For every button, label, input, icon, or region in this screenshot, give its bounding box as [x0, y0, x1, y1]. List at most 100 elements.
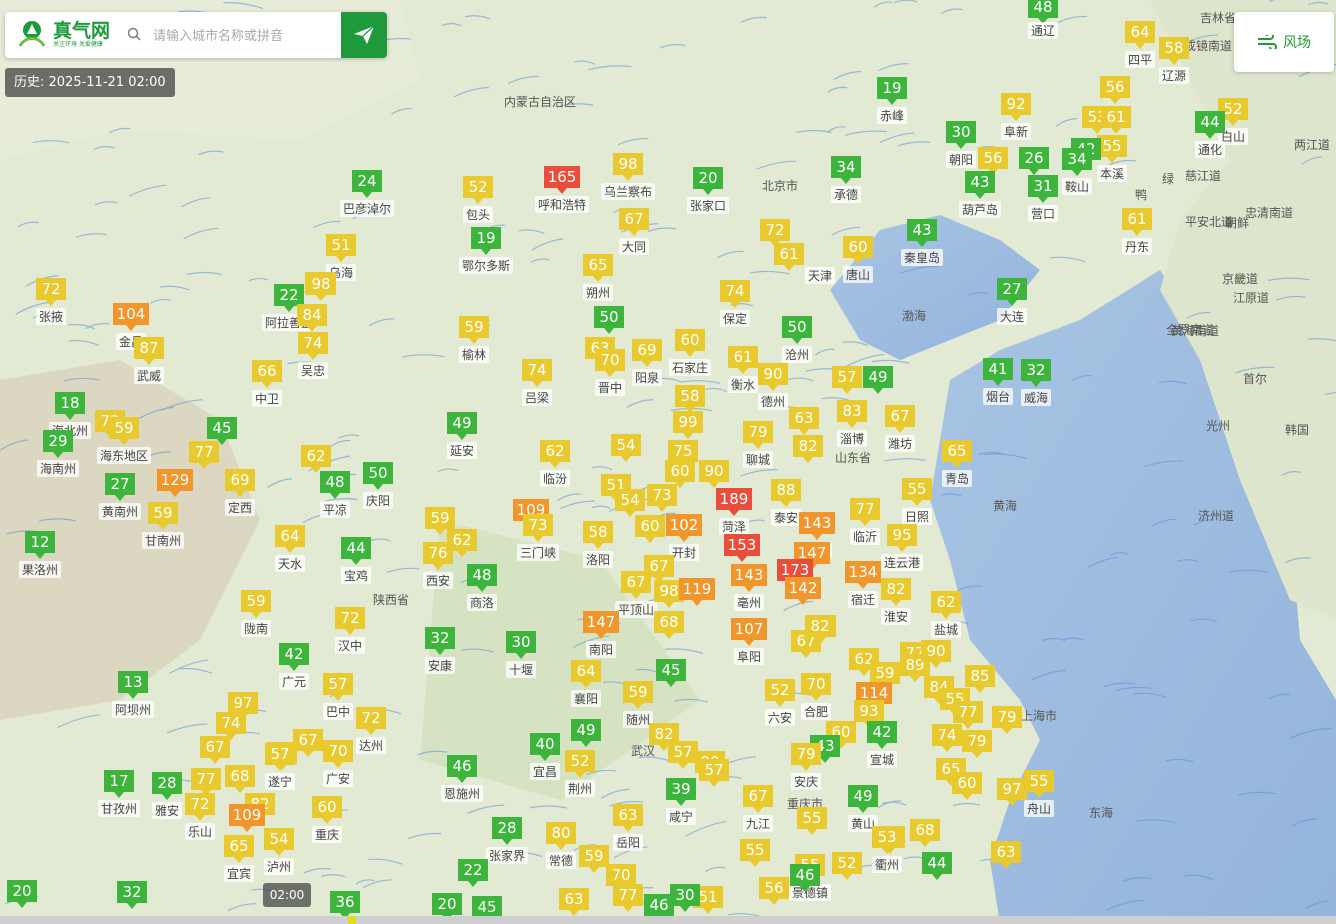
city-name[interactable]: 通辽: [1031, 24, 1055, 38]
city-name[interactable]: 丹东: [1125, 240, 1149, 254]
city-name[interactable]: 唐山: [846, 267, 870, 282]
city-name[interactable]: 鄂尔多斯: [462, 258, 510, 273]
city-name[interactable]: 吴忠: [301, 364, 325, 378]
city-name[interactable]: 保定: [723, 311, 747, 326]
city-name[interactable]: 海东地区: [100, 448, 148, 463]
city-name[interactable]: 朔州: [586, 285, 610, 300]
city-name[interactable]: 宜昌: [533, 764, 557, 779]
city-name[interactable]: 延安: [450, 443, 474, 458]
city-name[interactable]: 甘南州: [145, 533, 181, 548]
city-name[interactable]: 石家庄: [672, 360, 708, 375]
city-name[interactable]: 宣城: [870, 752, 894, 767]
city-name[interactable]: 海南州: [40, 461, 76, 476]
city-name[interactable]: 赤峰: [880, 109, 904, 123]
city-name[interactable]: 阜新: [1004, 124, 1028, 139]
city-name[interactable]: 辽源: [1162, 69, 1186, 83]
city-name[interactable]: 张家口: [690, 198, 726, 213]
city-name[interactable]: 阜阳: [737, 650, 761, 664]
city-name[interactable]: 淄博: [840, 431, 864, 446]
city-name[interactable]: 亳州: [737, 595, 761, 610]
city-name[interactable]: 临沂: [853, 530, 877, 544]
city-name[interactable]: 烟台: [986, 389, 1010, 404]
city-name[interactable]: 陇南: [244, 621, 268, 636]
city-name[interactable]: 四平: [1128, 53, 1152, 67]
city-name[interactable]: 衢州: [875, 858, 899, 872]
city-name[interactable]: 商洛: [470, 595, 494, 610]
city-name[interactable]: 随州: [626, 712, 650, 727]
city-name[interactable]: 吕梁: [525, 390, 549, 405]
city-name[interactable]: 安康: [428, 658, 452, 673]
city-name[interactable]: 雅安: [155, 803, 179, 818]
city-name[interactable]: 淮安: [884, 609, 908, 624]
city-name[interactable]: 遂宁: [268, 774, 292, 789]
city-name[interactable]: 泸州: [267, 860, 291, 874]
city-name[interactable]: 开封: [672, 546, 696, 560]
city-name[interactable]: 天津: [808, 269, 832, 283]
city-name[interactable]: 舟山: [1027, 802, 1051, 816]
city-name[interactable]: 十堰: [509, 663, 533, 677]
wind-field-button[interactable]: 风场: [1234, 12, 1334, 72]
city-name[interactable]: 广元: [282, 675, 306, 689]
city-name[interactable]: 重庆: [315, 828, 339, 842]
city-name[interactable]: 定西: [228, 500, 252, 515]
city-name[interactable]: 秦皇岛: [904, 250, 940, 265]
city-name[interactable]: 岳阳: [616, 836, 640, 850]
city-name[interactable]: 泰安: [774, 510, 798, 525]
city-name[interactable]: 盐城: [934, 623, 958, 637]
city-name[interactable]: 景德镇: [792, 885, 828, 900]
city-name[interactable]: 日照: [905, 510, 929, 524]
city-name[interactable]: 张家界: [489, 848, 525, 863]
city-name[interactable]: 平顶山: [618, 603, 654, 617]
city-name[interactable]: 汉中: [338, 638, 362, 653]
city-name[interactable]: 乐山: [188, 825, 212, 839]
city-name[interactable]: 朝阳: [949, 153, 973, 167]
city-name[interactable]: 常德: [549, 853, 573, 868]
city-name[interactable]: 甘孜州: [101, 802, 137, 816]
city-name[interactable]: 大连: [1000, 309, 1024, 324]
city-name[interactable]: 武威: [137, 369, 161, 383]
city-name[interactable]: 临汾: [543, 472, 567, 486]
city-name[interactable]: 大同: [622, 240, 646, 254]
city-name[interactable]: 中卫: [255, 391, 279, 406]
city-name[interactable]: 承德: [834, 187, 858, 202]
city-name[interactable]: 巴彦淖尔: [343, 201, 391, 216]
city-name[interactable]: 南阳: [589, 642, 613, 657]
logo[interactable]: 真气网 关注环境 关爱健康: [15, 18, 110, 52]
city-name[interactable]: 果洛州: [22, 562, 58, 577]
city-name[interactable]: 合肥: [804, 704, 828, 719]
city-name[interactable]: 连云港: [884, 555, 920, 570]
city-name[interactable]: 晋中: [598, 380, 622, 395]
city-name[interactable]: 阳泉: [635, 371, 659, 385]
city-name[interactable]: 沧州: [785, 347, 809, 362]
city-name[interactable]: 襄阳: [574, 691, 598, 706]
city-name[interactable]: 威海: [1024, 390, 1048, 405]
city-name[interactable]: 呼和浩特: [538, 197, 586, 212]
city-name[interactable]: 庆阳: [366, 494, 390, 508]
city-name[interactable]: 张掖: [39, 310, 63, 324]
city-name[interactable]: 咸宁: [669, 809, 693, 824]
city-name[interactable]: 德州: [761, 394, 785, 409]
city-name[interactable]: 乌兰察布: [604, 184, 652, 199]
city-name[interactable]: 广安: [326, 771, 350, 786]
city-name[interactable]: 包头: [466, 208, 490, 222]
search-input[interactable]: [151, 21, 343, 51]
city-name[interactable]: 榆林: [462, 347, 486, 362]
city-name[interactable]: 三门峡: [520, 545, 556, 560]
city-name[interactable]: 衡水: [731, 378, 755, 392]
city-name[interactable]: 天水: [278, 557, 302, 571]
city-name[interactable]: 鞍山: [1065, 179, 1089, 194]
city-name[interactable]: 黄南州: [102, 504, 138, 519]
city-name[interactable]: 菏泽: [722, 520, 746, 534]
city-name[interactable]: 宿迁: [851, 592, 875, 607]
city-name[interactable]: 葫芦岛: [962, 202, 998, 217]
city-name[interactable]: 九江: [746, 817, 770, 831]
city-name[interactable]: 阿坝州: [115, 703, 151, 717]
city-name[interactable]: 宜宾: [227, 866, 251, 881]
city-name[interactable]: 洛阳: [586, 552, 610, 567]
city-name[interactable]: 青岛: [945, 471, 969, 486]
timeline-bar[interactable]: [0, 916, 1336, 924]
city-name[interactable]: 荆州: [568, 782, 592, 796]
city-name[interactable]: 营口: [1031, 207, 1055, 221]
city-name[interactable]: 达州: [359, 739, 383, 753]
city-name[interactable]: 巴中: [326, 704, 350, 719]
